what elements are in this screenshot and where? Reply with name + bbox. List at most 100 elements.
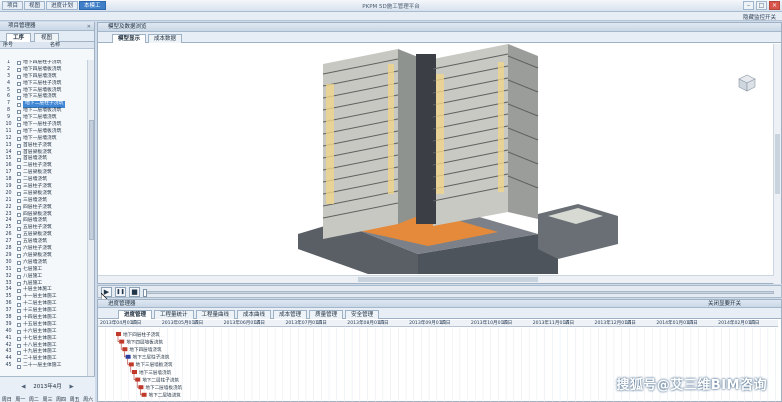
gantt-bar[interactable]: [116, 332, 121, 336]
viewer-vertical-scrollbar[interactable]: [773, 44, 781, 284]
task-checkbox[interactable]: [17, 350, 21, 355]
task-row[interactable]: 39 十五层主体施工: [0, 322, 88, 329]
task-checkbox[interactable]: [17, 288, 21, 293]
task-checkbox[interactable]: [17, 254, 21, 259]
tab-process[interactable]: 工序: [6, 33, 32, 42]
task-row[interactable]: 45 二十一层主体施工: [0, 363, 88, 370]
maximize-icon[interactable]: □: [756, 1, 767, 10]
task-checkbox[interactable]: [17, 302, 21, 307]
task-row[interactable]: 10 地下一层柱子浇筑: [0, 122, 88, 129]
schedule-tab[interactable]: 进度管理: [118, 310, 153, 319]
schedule-tab[interactable]: 工程量曲线: [195, 310, 236, 319]
task-row[interactable]: 31 七层施工: [0, 267, 88, 274]
task-checkbox[interactable]: [17, 178, 21, 183]
task-checkbox[interactable]: [17, 150, 21, 155]
task-row[interactable]: 11 地下一层墙板浇筑: [0, 129, 88, 136]
next-month-icon[interactable]: ▶: [70, 384, 74, 390]
task-checkbox[interactable]: [17, 337, 21, 342]
task-checkbox[interactable]: [17, 275, 21, 279]
task-checkbox[interactable]: [17, 164, 21, 169]
task-checkbox[interactable]: [17, 268, 21, 273]
task-checkbox[interactable]: [17, 226, 21, 231]
task-row[interactable]: 20 三层梁板浇筑: [0, 191, 88, 198]
gantt-bar[interactable]: [138, 385, 144, 390]
task-row[interactable]: 3 地下四层墙浇筑: [0, 74, 88, 81]
gantt-bar[interactable]: [125, 354, 131, 359]
task-row[interactable]: 22 四层柱子浇筑: [0, 205, 88, 212]
timeline-slider[interactable]: [143, 289, 774, 297]
gantt-bar[interactable]: [141, 392, 147, 397]
task-checkbox[interactable]: [17, 330, 21, 335]
task-checkbox[interactable]: [17, 343, 21, 348]
task-checkbox[interactable]: [17, 102, 21, 107]
task-checkbox[interactable]: [17, 219, 21, 224]
task-checkbox[interactable]: [17, 357, 21, 362]
schedule-tab[interactable]: 安全管理: [345, 310, 380, 319]
viewer-hscroll-thumb[interactable]: [358, 277, 538, 282]
task-checkbox[interactable]: [17, 281, 21, 286]
task-checkbox[interactable]: [17, 309, 21, 314]
task-checkbox[interactable]: [17, 157, 21, 162]
task-checkbox[interactable]: [17, 82, 21, 87]
close-icon[interactable]: ×: [769, 1, 780, 10]
task-row[interactable]: 21 三层墙浇筑: [0, 198, 88, 205]
task-checkbox[interactable]: [17, 206, 21, 211]
schedule-toggle[interactable]: 关闭显要开关: [708, 300, 741, 308]
task-checkbox[interactable]: [17, 144, 21, 149]
task-row[interactable]: 38 十四层主体施工: [0, 315, 88, 322]
gantt-bar[interactable]: [135, 377, 141, 382]
task-row[interactable]: 29 六层梁板浇筑: [0, 253, 88, 260]
task-row[interactable]: 9 地下二层墙浇筑: [0, 115, 88, 122]
view-cube-icon[interactable]: [738, 74, 756, 92]
task-checkbox[interactable]: [17, 75, 21, 80]
task-checkbox[interactable]: [17, 247, 21, 252]
task-row[interactable]: 40 十六层主体施工: [0, 329, 88, 336]
task-checkbox[interactable]: [17, 295, 21, 300]
task-row[interactable]: 4 地下三层柱子浇筑: [0, 81, 88, 88]
gantt-bar[interactable]: [128, 362, 134, 367]
task-row[interactable]: 2 地下四层墙板浇筑: [0, 67, 88, 74]
task-list-scrollbar[interactable]: [87, 60, 94, 400]
task-row[interactable]: 1 地下四层柱子浇筑: [0, 60, 88, 67]
tab-model-display[interactable]: 模型显示: [112, 34, 147, 43]
schedule-tab[interactable]: 成本管理: [273, 310, 308, 319]
task-checkbox[interactable]: [17, 130, 21, 135]
task-checkbox[interactable]: [17, 212, 21, 217]
tab-cost-data[interactable]: 成本数据: [148, 34, 183, 43]
task-row[interactable]: 37 十三层主体施工: [0, 308, 88, 315]
task-checkbox[interactable]: [17, 137, 21, 142]
schedule-tab[interactable]: 工程量统计: [154, 310, 194, 319]
task-checkbox[interactable]: [17, 123, 21, 128]
task-checkbox[interactable]: [17, 323, 21, 328]
scrollbar-thumb[interactable]: [89, 120, 94, 240]
task-row[interactable]: 32 八层施工: [0, 274, 88, 281]
3d-model-canvas[interactable]: [98, 44, 774, 275]
task-checkbox[interactable]: [17, 185, 21, 190]
timeline-slider-knob[interactable]: [143, 289, 147, 297]
task-checkbox[interactable]: [17, 116, 21, 121]
minimize-icon[interactable]: –: [743, 1, 754, 10]
task-checkbox[interactable]: [17, 88, 21, 93]
task-checkbox[interactable]: [17, 68, 21, 73]
schedule-tab[interactable]: 质量管理: [309, 310, 344, 319]
viewer-vscroll-thumb[interactable]: [775, 134, 780, 194]
task-row[interactable]: 28 六层柱子浇筑: [0, 246, 88, 253]
viewer-horizontal-scrollbar[interactable]: [98, 275, 774, 283]
task-row[interactable]: 19 三层柱子浇筑: [0, 184, 88, 191]
task-checkbox[interactable]: [17, 240, 21, 245]
task-checkbox[interactable]: [17, 109, 21, 114]
pin-icon[interactable]: ✕: [87, 23, 91, 32]
task-row[interactable]: 12 地下一层墙浇筑: [0, 136, 88, 143]
task-checkbox[interactable]: [17, 199, 21, 204]
task-checkbox[interactable]: [17, 192, 21, 197]
stop-button[interactable]: ■: [129, 287, 140, 297]
task-checkbox[interactable]: [17, 364, 21, 369]
task-row[interactable]: 27 五层墙浇筑: [0, 239, 88, 246]
task-row[interactable]: 18 二层墙浇筑: [0, 177, 88, 184]
tab-view[interactable]: 视图: [34, 33, 60, 42]
task-checkbox[interactable]: [17, 61, 21, 66]
task-row[interactable]: 41 十七层主体施工: [0, 336, 88, 343]
monitor-toggle[interactable]: 隐藏监控开关: [743, 13, 776, 21]
gantt-bar[interactable]: [119, 339, 125, 344]
task-checkbox[interactable]: [17, 95, 21, 100]
